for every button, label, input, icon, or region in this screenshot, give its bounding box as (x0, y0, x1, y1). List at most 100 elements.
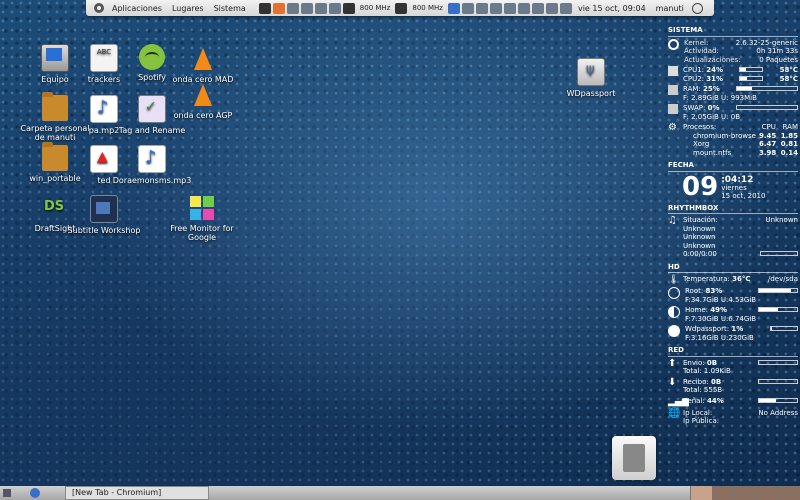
root-pie-icon (668, 287, 680, 299)
desktop-icon-free-monitor[interactable]: Free Monitor for Google (160, 195, 244, 242)
desktop-icon-label: Tag and Rename (118, 126, 186, 135)
workspace-4[interactable] (756, 486, 778, 500)
terminal-icon[interactable] (258, 2, 271, 14)
workspace-2[interactable] (712, 486, 734, 500)
root-value: 83% (705, 287, 723, 295)
upload-arrow-icon: ⬆ (668, 357, 677, 369)
root-bar (758, 288, 798, 293)
cpu2-value: 31% (706, 74, 724, 83)
download-arrow-icon: ⬇ (668, 376, 677, 388)
process-name: mount.ntfs (693, 148, 732, 157)
home-detail: F:7.30GiB U:6.74GiB (685, 314, 757, 323)
ubuntu-logo-icon[interactable] (94, 3, 104, 13)
section-rhythmbox: RHYTHMBOX (668, 204, 798, 214)
user-name[interactable]: manuti (656, 4, 684, 13)
wd-bar (770, 326, 798, 331)
taskbar-window-chromium[interactable]: [New Tab - Chromium] (65, 486, 209, 500)
senal-bar (758, 397, 798, 403)
dropbox-icon[interactable] (461, 2, 474, 14)
chat-icon[interactable] (531, 2, 544, 14)
firefox-icon[interactable] (272, 2, 285, 14)
file-manager-icon[interactable] (286, 2, 299, 14)
globe-icon: 🌐 (668, 407, 681, 419)
track-progress: 0:00/0:00 (683, 250, 717, 258)
date-value: 15 oct, 2010 (721, 191, 766, 200)
workspace-1[interactable] (690, 486, 712, 500)
senal-label: Señal: (683, 396, 705, 405)
time-value: :04:12 (721, 174, 754, 185)
envio-value: 0B (706, 358, 718, 367)
swap-value: 0% (707, 104, 720, 112)
workspace-3[interactable] (734, 486, 756, 500)
wdpassport-pie-icon (668, 325, 680, 337)
vlc-icon (190, 82, 216, 108)
workspace-switcher (690, 486, 800, 500)
track-line-1: Unknown (683, 224, 716, 233)
menu-aplicaciones[interactable]: Aplicaciones (107, 4, 167, 13)
workspace-5[interactable] (778, 486, 800, 500)
help-icon[interactable] (447, 2, 460, 14)
procesos-label: Procesos: (683, 123, 717, 131)
ip-local-value: No Address (758, 408, 798, 417)
ram-icon (668, 85, 678, 95)
ram-detail: F: 2.89GiB U: 993MiB (683, 93, 757, 102)
text-editor-icon[interactable] (300, 2, 313, 14)
volume-icon[interactable] (545, 2, 558, 14)
cpu1-label: CPU1: (683, 66, 705, 74)
process-name: chromium-browse (693, 131, 756, 140)
process-ram: 0.14 (780, 148, 798, 157)
recibo-bar (758, 378, 798, 384)
power-icon[interactable] (691, 2, 703, 14)
battery-icon[interactable] (559, 2, 572, 14)
panel-clock[interactable]: vie 15 oct, 09:04 (578, 4, 646, 13)
home-label: Home: (685, 306, 709, 314)
ip-local-label: Ip Local: (683, 408, 713, 417)
launcher-tray: 800 MHz 800 MHz (258, 2, 572, 14)
process-cpu: 6.47 (758, 140, 777, 148)
cpu-freq-icon-2[interactable] (395, 2, 408, 14)
swap-icon (668, 104, 678, 114)
mail-icon[interactable] (489, 2, 502, 14)
home-value: 49% (710, 306, 728, 314)
subtitle-workshop-icon (90, 195, 118, 223)
desktop-icon-onda-cero-mad[interactable]: onda cero MAD (163, 46, 243, 84)
desktop-icon-onda-cero-agp[interactable]: onda cero AGP (163, 82, 243, 120)
desktop-icon-label: WDpassport (566, 89, 616, 98)
process-row: Xorg 6.47 0.81 (683, 140, 798, 149)
network-icon[interactable] (503, 2, 516, 14)
desktop-icon-doraemonsms[interactable]: Doraemonsms.mp3 (112, 145, 192, 185)
disk-icon[interactable] (328, 2, 341, 14)
actividad-label: Actividad: (684, 47, 719, 55)
cpu2-bar-fill (740, 76, 748, 80)
show-desktop-icon[interactable] (3, 489, 11, 497)
hd-temp-label: Temperatura: (683, 275, 730, 283)
big-hour: 09 (682, 171, 719, 202)
swap-bar (736, 105, 798, 110)
kernel-label: Kernel: (684, 38, 709, 47)
bluetooth-icon[interactable] (517, 2, 530, 14)
menu-sistema[interactable]: Sistema (209, 4, 251, 13)
hd-temp-value: 36°C (732, 275, 751, 283)
screenshot-icon[interactable] (314, 2, 327, 14)
process-ram: 0.81 (780, 140, 798, 148)
desktop-icon-label: Subtitle Workshop (67, 226, 141, 235)
music-note-icon: ♫ (668, 215, 677, 226)
track-progress-bar (760, 251, 798, 256)
desktop-icon-subtitle-workshop[interactable]: Subtitle Workshop (64, 195, 144, 235)
envio-total: Total: 1.09KiB (683, 367, 731, 375)
signal-bars-icon: ▂▄▆ (668, 396, 689, 407)
updates-icon[interactable] (475, 2, 488, 14)
process-ram: 1.85 (780, 131, 798, 140)
ram-value: 25% (703, 85, 720, 93)
cpu-freq-icon-1[interactable] (342, 2, 355, 14)
cpu-icon (668, 66, 678, 76)
menu-lugares[interactable]: Lugares (167, 4, 209, 13)
process-row: chromium-browse 9.45 1.85 (683, 132, 798, 141)
section-fecha: FECHA (668, 161, 798, 172)
top-panel: Aplicaciones Lugares Sistema 800 MHz 800… (86, 0, 714, 16)
trash-icon[interactable] (612, 436, 656, 480)
cpu-freq-2: 800 MHz (412, 4, 443, 12)
desktop-icon-wdpassport[interactable]: WDpassport (551, 58, 631, 98)
desktop-icon-label: onda cero AGP (173, 111, 233, 120)
date-block: 09 :04:12 viernes 15 oct, 2010 (682, 174, 798, 200)
